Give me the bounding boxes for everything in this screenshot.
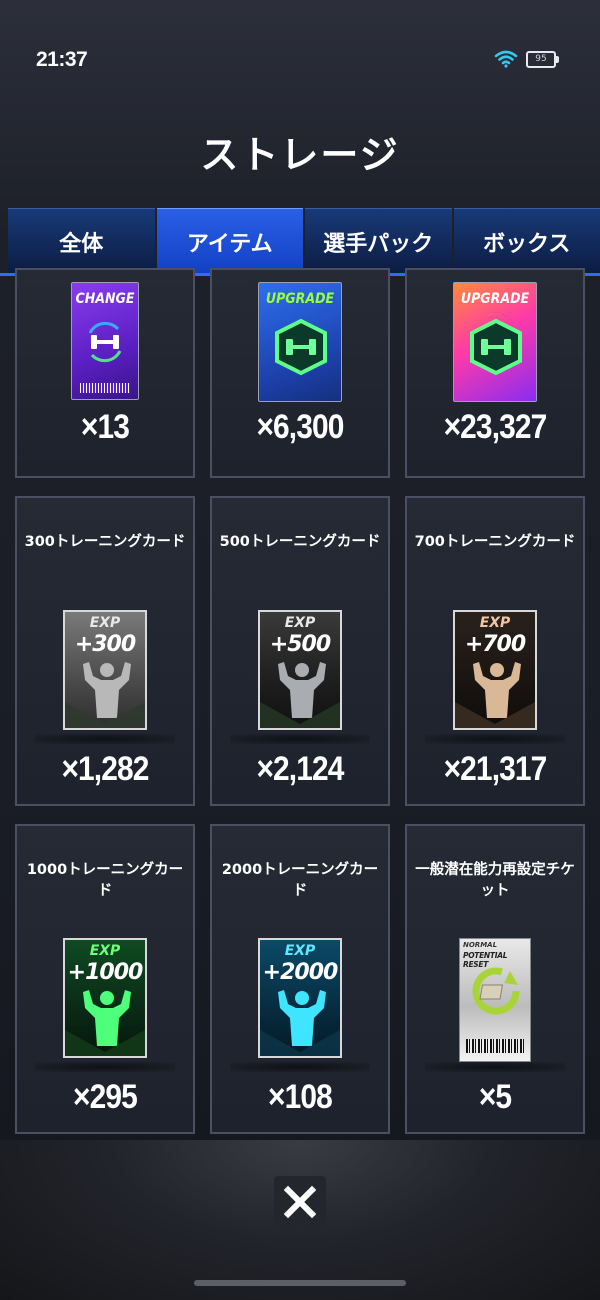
- item-count: ×6,300: [256, 408, 344, 446]
- exp-label: EXP: [89, 615, 121, 631]
- exp-label: EXP: [284, 615, 316, 631]
- item-card[interactable]: UPGRADE ×6,300: [210, 268, 390, 478]
- item-count: ×21,317: [443, 750, 548, 788]
- chevron-decor-icon: [260, 702, 340, 728]
- dumbbell-icon: [88, 321, 122, 363]
- item-name: 1000トレーニングカード: [26, 862, 184, 899]
- exp-value: +300: [74, 632, 136, 657]
- exp-label: EXP: [284, 943, 316, 959]
- potential-reset-ticket-icon: NORMAL POTENTIAL RESET: [459, 938, 531, 1062]
- item-card[interactable]: 一般潜在能力再設定チケット NORMAL POTENTIAL RESET ×5: [405, 824, 585, 1134]
- page-title: ストレージ: [200, 133, 400, 177]
- item-card[interactable]: 500トレーニングカード EXP +500 ×2,124: [210, 496, 390, 806]
- tab-boxes[interactable]: ボックス: [453, 208, 600, 274]
- change-ticket-icon: CHANGE: [71, 282, 139, 400]
- reset-arrow-icon: [472, 967, 520, 1015]
- exp-value: +2000: [262, 960, 339, 985]
- dumbbell-icon: [275, 318, 327, 376]
- exp-card-2000-icon: EXP +2000: [258, 938, 342, 1058]
- ticket-line1: NORMAL: [463, 941, 498, 949]
- item-card[interactable]: UPGRADE ×23,327: [405, 268, 585, 478]
- tab-all[interactable]: 全体: [8, 208, 155, 274]
- item-card[interactable]: CHANGE ×13: [15, 268, 195, 478]
- item-card[interactable]: 2000トレーニングカード EXP +2000 ×108: [210, 824, 390, 1134]
- item-name: 一般潜在能力再設定チケット: [415, 862, 575, 899]
- item-name: 700トレーニングカード: [414, 534, 576, 550]
- exp-card-500-icon: EXP +500: [258, 610, 342, 730]
- exp-value: +500: [269, 632, 331, 657]
- tab-bar: 全体 アイテム 選手パック ボックス: [8, 208, 600, 274]
- upgrade-ticket-pink-icon: UPGRADE: [453, 282, 537, 402]
- item-card[interactable]: 1000トレーニングカード EXP +1000 ×295: [15, 824, 195, 1134]
- tab-items[interactable]: アイテム: [156, 208, 303, 274]
- close-icon: [283, 1185, 317, 1219]
- close-button[interactable]: [274, 1176, 326, 1228]
- chevron-decor-icon: [65, 1030, 145, 1056]
- exp-value: +700: [464, 632, 526, 657]
- item-card[interactable]: 300トレーニングカード EXP +300 ×1,282: [15, 496, 195, 806]
- upgrade-ticket-blue-icon: UPGRADE: [258, 282, 342, 402]
- item-name: 500トレーニングカード: [219, 534, 381, 550]
- status-icons: 95: [494, 50, 559, 68]
- item-count: ×5: [478, 1078, 512, 1116]
- wifi-icon: [494, 50, 518, 68]
- item-count: ×1,282: [61, 750, 149, 788]
- item-card[interactable]: 700トレーニングカード EXP +700 ×21,317: [405, 496, 585, 806]
- exp-label: EXP: [479, 615, 511, 631]
- item-count: ×295: [73, 1078, 138, 1116]
- item-count: ×108: [268, 1078, 333, 1116]
- tab-player-packs[interactable]: 選手パック: [305, 208, 452, 274]
- ticket-badge: UPGRADE: [265, 291, 335, 307]
- item-count: ×2,124: [256, 750, 344, 788]
- exp-card-1000-icon: EXP +1000: [63, 938, 147, 1058]
- exp-value: +1000: [67, 960, 144, 985]
- home-indicator[interactable]: [194, 1280, 406, 1286]
- ticket-badge: UPGRADE: [460, 291, 530, 307]
- battery-level: 95: [535, 53, 547, 64]
- dumbbell-icon: [470, 318, 522, 376]
- chevron-decor-icon: [455, 702, 535, 728]
- ticket-badge: CHANGE: [75, 291, 135, 307]
- chevron-decor-icon: [65, 702, 145, 728]
- item-count: ×13: [80, 408, 130, 446]
- battery-icon: 95: [526, 50, 559, 68]
- item-count: ×23,327: [443, 408, 548, 446]
- status-time: 21:37: [36, 48, 88, 71]
- exp-label: EXP: [89, 943, 121, 959]
- exp-card-300-icon: EXP +300: [63, 610, 147, 730]
- exp-card-700-icon: EXP +700: [453, 610, 537, 730]
- item-name: 300トレーニングカード: [24, 534, 186, 550]
- item-name: 2000トレーニングカード: [221, 862, 379, 899]
- chevron-decor-icon: [260, 1030, 340, 1056]
